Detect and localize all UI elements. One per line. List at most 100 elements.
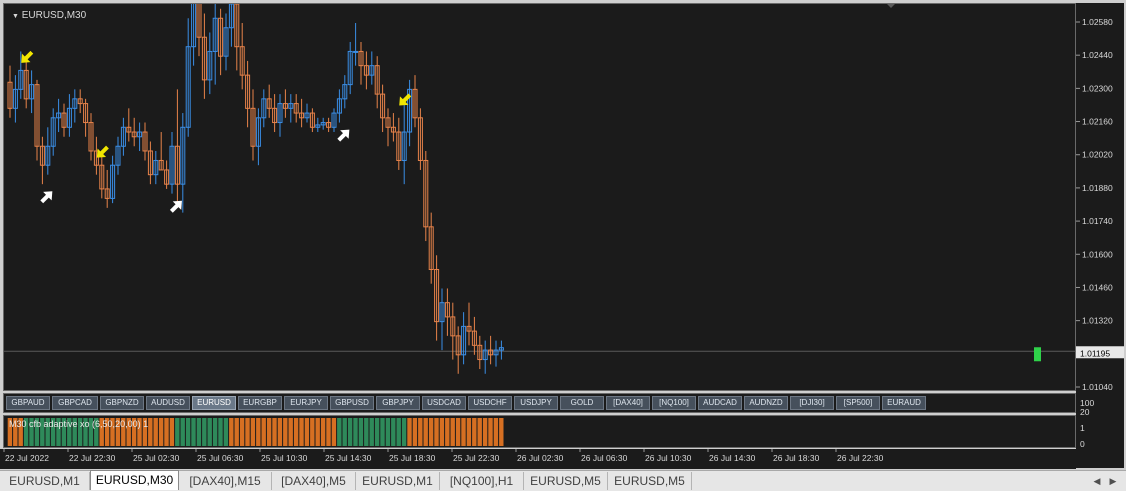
indicator-bar-bear [412,418,418,446]
indicator-window[interactable]: M30 cfb adaptive xo (6,50,20,00) 1 [3,415,1076,448]
arrow-left-icon[interactable]: ◀ [1090,474,1104,488]
time-tick-label: 26 Jul 10:30 [645,453,692,463]
indicator-bar-bear [153,418,158,446]
candle-body [353,50,359,53]
indicator-bar-bull [342,418,347,446]
indicator-bar-bear [482,418,488,446]
indicator-bar-bear [283,418,288,446]
symbol-button-eurusd[interactable]: EURUSD [192,396,236,410]
indicator-bar-bull [202,418,207,446]
chart-tab-bar: ◀ ▶ EURUSD,M1 EURUSD,M30 [DAX40],M15 [DAX40… [0,470,1126,491]
time-tick-label: 25 Jul 22:30 [453,453,500,463]
current-price-label: 1.01195 [1080,348,1110,358]
time-tick-label: 25 Jul 14:30 [325,453,372,463]
indicator-bar-bear [493,418,499,446]
indicator-bar-bear [239,418,245,446]
indicator-label: M30 cfb adaptive xo (6,50,20,00) 1 [9,419,149,429]
indicator-bar-bear [439,418,445,446]
chart-tab[interactable]: EURUSD,M5 [524,472,608,490]
time-tick-label: 26 Jul 22:30 [837,453,884,463]
time-tick-label: 26 Jul 14:30 [709,453,756,463]
chart-tab[interactable]: EURUSD,M5 [608,472,692,490]
symbol-button-audcad[interactable]: AUDCAD [698,396,742,410]
indicator-bar-bear [445,418,450,446]
time-tick-label: 26 Jul 06:30 [581,453,628,463]
indicator-bar-bull [385,418,391,446]
buy-signal-arrow [40,191,53,204]
chart-tab[interactable]: [DAX40],M5 [272,472,356,490]
time-tick-label: 26 Jul 18:30 [773,453,820,463]
chart-tab[interactable]: EURUSD,M1 [356,472,440,490]
indicator-bar-bull [369,418,374,446]
price-tick-label: 1.02440 [1082,50,1113,60]
symbol-button-usdjpy[interactable]: USDJPY [514,396,558,410]
symbol-button-gbpaud[interactable]: GBPAUD [6,396,50,410]
indicator-bar-bear [293,418,299,446]
indicator-bar-bull [175,418,180,446]
symbol-button-usdchf[interactable]: USDCHF [468,396,512,410]
chart-shift-marker[interactable] [887,4,895,8]
indicator-bar-bull [391,418,396,446]
indicator-bar-bear [434,418,439,446]
indicator-bar-bear [304,418,310,446]
symbol-button-audusd[interactable]: AUDUSD [146,396,190,410]
indicator-bar-bear [418,418,423,446]
symbol-button-eurjpy[interactable]: EURJPY [284,396,328,410]
chart-tab[interactable]: [NQ100],H1 [440,472,524,490]
indicator-bar-bear [164,418,169,446]
time-tick-label: 22 Jul 2022 [5,453,49,463]
price-tick-label: 1.01740 [1082,216,1113,226]
indicator-bar-bear [299,418,304,446]
indicator-bar-bull [223,418,229,446]
symbol-button-gbpcad[interactable]: GBPCAD [52,396,98,410]
symbol-button-sp500[interactable]: [SP500] [836,396,880,410]
symbol-button-bar: GBPAUD GBPCAD GBPNZD AUDUSD EURUSD EURGBP EURJ… [3,393,1076,413]
symbol-button-dax40[interactable]: [DAX40] [606,396,650,410]
indicator-bar-bear [450,418,455,446]
indicator-bar-bear [229,418,234,446]
symbol-button-gold[interactable]: GOLD [560,396,604,410]
chart-tab[interactable]: EURUSD,M1 [0,472,90,490]
indicator-bar-bull [218,418,223,446]
symbol-button-nq100[interactable]: [NQ100] [652,396,696,410]
price-tick-label: 1.01320 [1082,316,1113,326]
indicator-tick-label: 20 [1080,407,1090,417]
indicator-bar-bear [315,418,320,446]
time-tick-label: 25 Jul 06:30 [197,453,244,463]
indicator-bar-bull [364,418,369,446]
symbol-button-gbpnzd[interactable]: GBPNZD [100,396,144,410]
time-axis: 22 Jul 2022 22 Jul 22:30 25 Jul 02:30 25 Ju… [0,449,1076,469]
indicator-histogram [7,418,504,446]
buy-signal-arrow [337,129,350,142]
price-chart[interactable]: ▼ EURUSD,M30 [3,3,1076,391]
time-tick-label: 22 Jul 22:30 [69,453,116,463]
indicator-bar-bull [207,418,212,446]
time-tick-label: 25 Jul 02:30 [133,453,180,463]
symbol-button-euraud[interactable]: EURAUD [882,396,926,410]
symbol-button-audnzd[interactable]: AUDNZD [744,396,788,410]
indicator-bar-bear [477,418,482,446]
indicator-bar-bear [461,418,466,446]
indicator-bar-bull [374,418,380,446]
symbol-button-usdcad[interactable]: USDCAD [422,396,466,410]
chart-tab[interactable]: [DAX40],M15 [179,472,272,490]
price-tick-label: 1.01880 [1082,183,1113,193]
indicator-bar-bear [472,418,477,446]
price-tick-label: 1.01600 [1082,249,1113,259]
time-tick-label: 26 Jul 02:30 [517,453,564,463]
buy-signal-arrow [169,200,182,213]
symbol-button-eurgbp[interactable]: EURGBP [238,396,282,410]
indicator-bar-bear [277,418,283,446]
arrow-right-icon[interactable]: ▶ [1106,474,1120,488]
symbol-button-dji30[interactable]: [DJI30] [790,396,834,410]
symbol-button-gbpjpy[interactable]: GBPJPY [376,396,420,410]
indicator-tick-label: 1 [1080,423,1085,433]
indicator-bar-bull [185,418,191,446]
symbol-button-gbpusd[interactable]: GBPUSD [330,396,374,410]
indicator-bar-bear [261,418,266,446]
candles-layer [4,4,1075,374]
price-tick-label: 1.02160 [1082,117,1113,127]
indicator-bar-bear [455,418,461,446]
chart-tab[interactable]: EURUSD,M30 [90,470,179,490]
indicator-bar-bear [266,418,272,446]
